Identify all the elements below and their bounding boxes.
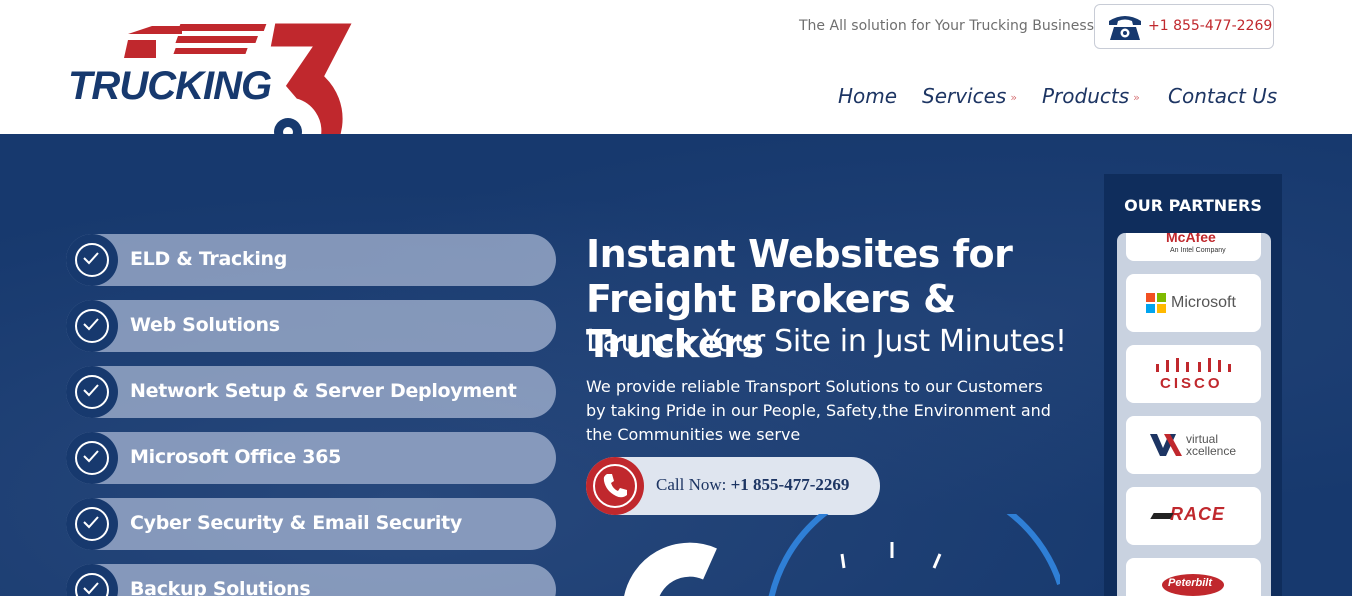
header-phone-button[interactable]: +1 855-477-2269: [1094, 4, 1274, 49]
call-now-button[interactable]: Call Now: +1 855-477-2269: [586, 457, 880, 515]
partner-logo-microsoft: Microsoft: [1171, 294, 1236, 311]
partner-card-mcafee[interactable]: McAfee An Intel Company: [1126, 233, 1261, 261]
check-icon: [66, 498, 118, 550]
call-now-text: Call Now: +1 855-477-2269: [656, 475, 849, 495]
partner-card-virtual-xcellence[interactable]: virtual xcellence: [1126, 416, 1261, 474]
phone-icon: [1109, 16, 1141, 40]
service-item-eld[interactable]: ELD & Tracking: [66, 234, 556, 286]
logo-text: TRUCKING: [68, 64, 272, 108]
hero-section: ELD & Tracking Web Solutions Network Set…: [0, 134, 1352, 596]
partner-logo-cisco: cisco: [1160, 375, 1223, 392]
check-icon: [66, 234, 118, 286]
partners-carousel[interactable]: McAfee An Intel Company Microsoft cisco: [1117, 233, 1271, 596]
service-label: ELD & Tracking: [130, 248, 288, 270]
microsoft-logo-icon: [1146, 293, 1166, 313]
partner-logo-mcafee: McAfee: [1166, 233, 1216, 245]
call-now-number: +1 855-477-2269: [730, 475, 850, 494]
vx-logo-icon: [1150, 434, 1182, 456]
partners-panel: OUR PARTNERS McAfee An Intel Company Mic…: [1104, 174, 1282, 596]
service-item-network[interactable]: Network Setup & Server Deployment: [66, 366, 556, 418]
nav-home[interactable]: Home: [838, 84, 897, 108]
service-label: Microsoft Office 365: [130, 446, 342, 468]
service-item-web[interactable]: Web Solutions: [66, 300, 556, 352]
peterbilt-logo-icon: Peterbilt: [1162, 574, 1224, 596]
partner-card-microsoft[interactable]: Microsoft: [1126, 274, 1261, 332]
partners-title: OUR PARTNERS: [1124, 196, 1262, 215]
service-label: Backup Solutions: [130, 578, 311, 596]
header-phone-number: +1 855-477-2269: [1148, 18, 1273, 34]
chevron-down-icon: »: [1133, 91, 1140, 104]
nav-contact-label: Contact Us: [1168, 84, 1278, 108]
site-header: TRUCKING The All solution for Your Truck…: [0, 0, 1352, 181]
partner-sub-mcafee: An Intel Company: [1170, 247, 1226, 254]
speedometer-graphic: [624, 514, 1060, 596]
service-label: Web Solutions: [130, 314, 280, 336]
chevron-down-icon: »: [1010, 91, 1018, 104]
cisco-bars-icon: [1156, 358, 1231, 372]
nav-services-label: Services: [922, 84, 1007, 108]
partner-logo-peterbilt: Peterbilt: [1168, 577, 1213, 589]
check-icon: [66, 432, 118, 484]
partner-card-peterbilt[interactable]: Peterbilt: [1126, 558, 1261, 596]
nav-home-label: Home: [838, 84, 898, 108]
partner-card-race[interactable]: RACE: [1126, 487, 1261, 545]
check-icon: [66, 300, 118, 352]
tagline: The All solution for Your Trucking Busin…: [799, 18, 1094, 34]
service-item-security[interactable]: Cyber Security & Email Security: [66, 498, 556, 550]
partner-card-cisco[interactable]: cisco: [1126, 345, 1261, 403]
service-item-backup[interactable]: Backup Solutions: [66, 564, 556, 596]
nav-products[interactable]: Products»: [1042, 84, 1140, 108]
hero-description: We provide reliable Transport Solutions …: [586, 377, 1051, 444]
partner-logo-xcellence: xcellence: [1186, 444, 1237, 458]
hero-subtitle: Launch Your Site in Just Minutes!: [586, 324, 1067, 359]
service-label: Cyber Security & Email Security: [130, 512, 462, 534]
race-stripe: [1150, 513, 1174, 519]
nav-products-label: Products: [1042, 84, 1130, 108]
nav-services[interactable]: Services»: [922, 84, 1017, 108]
check-icon: [66, 366, 118, 418]
nav-contact[interactable]: Contact Us: [1168, 84, 1277, 108]
service-item-office365[interactable]: Microsoft Office 365: [66, 432, 556, 484]
call-now-prefix: Call Now:: [656, 475, 731, 494]
phone-icon: [586, 457, 644, 515]
partner-logo-race: RACE: [1170, 504, 1226, 524]
service-label: Network Setup & Server Deployment: [130, 380, 517, 402]
